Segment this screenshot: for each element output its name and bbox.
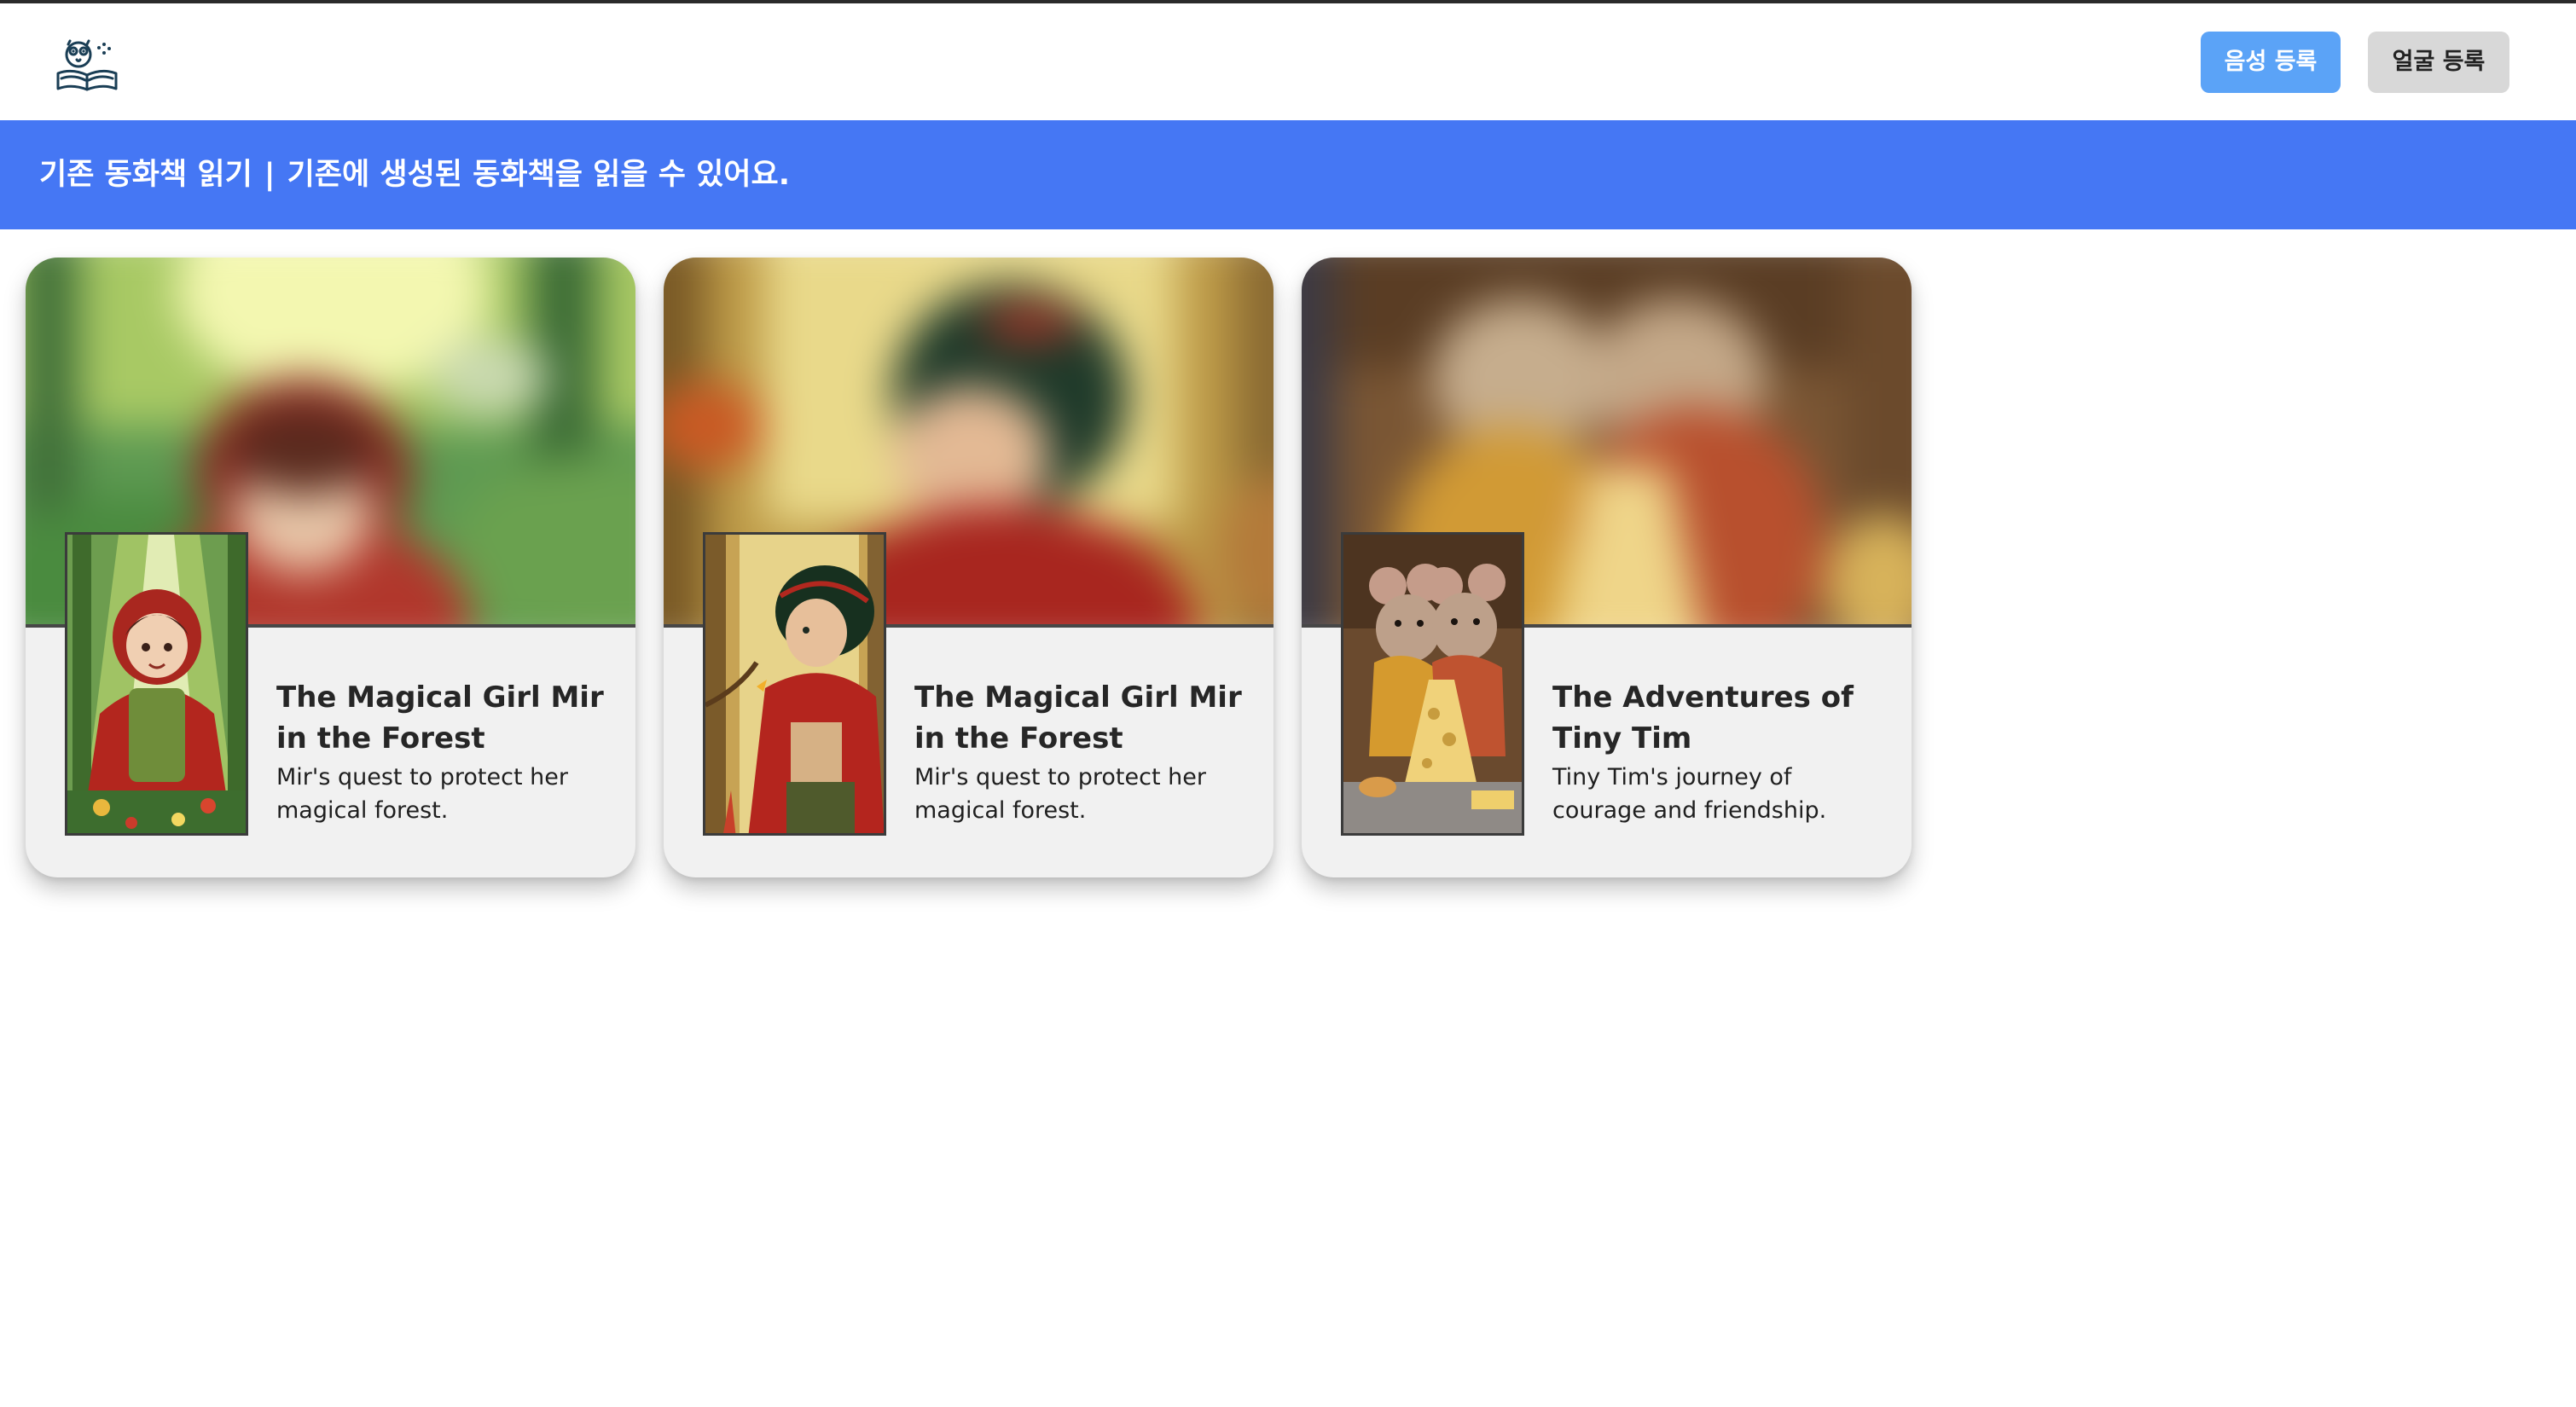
book-cover-image[interactable]	[65, 532, 248, 836]
banner-text: 기존 동화책 읽기 | 기존에 생성된 동화책을 읽을 수 있어요.	[39, 120, 790, 229]
section-title: 기존 동화책 읽기	[39, 158, 252, 192]
book-title[interactable]: The Magical Girl Mir in the Forest	[276, 677, 609, 759]
face-register-button[interactable]: 얼굴 등록	[2368, 32, 2509, 93]
section-description: 기존에 생성된 동화책을 읽을 수 있어요.	[287, 158, 791, 192]
book-title[interactable]: The Magical Girl Mir in the Forest	[914, 677, 1247, 759]
book-description: Mir's quest to protect her magical fores…	[914, 764, 1206, 824]
book-card[interactable]: The Magical Girl Mir in the Forest Mir's…	[664, 258, 1273, 877]
book-card[interactable]: The Adventures of Tiny Tim Tiny Tim's jo…	[1302, 258, 1912, 877]
voice-register-button[interactable]: 음성 등록	[2201, 32, 2341, 93]
banner-separator: |	[264, 158, 276, 192]
section-banner: 기존 동화책 읽기 | 기존에 생성된 동화책을 읽을 수 있어요.	[0, 120, 2576, 229]
book-owl-logo-icon[interactable]	[53, 36, 121, 94]
book-card[interactable]: The Magical Girl Mir in the Forest Mir's…	[26, 258, 635, 877]
book-cover-image[interactable]	[703, 532, 886, 836]
book-title[interactable]: The Adventures of Tiny Tim	[1552, 677, 1885, 759]
book-cover-image[interactable]	[1341, 532, 1524, 836]
top-nav: 음성 등록 얼굴 등록	[0, 3, 2576, 120]
book-description: Mir's quest to protect her magical fores…	[276, 764, 568, 824]
book-description: Tiny Tim's journey of courage and friend…	[1552, 764, 1827, 824]
